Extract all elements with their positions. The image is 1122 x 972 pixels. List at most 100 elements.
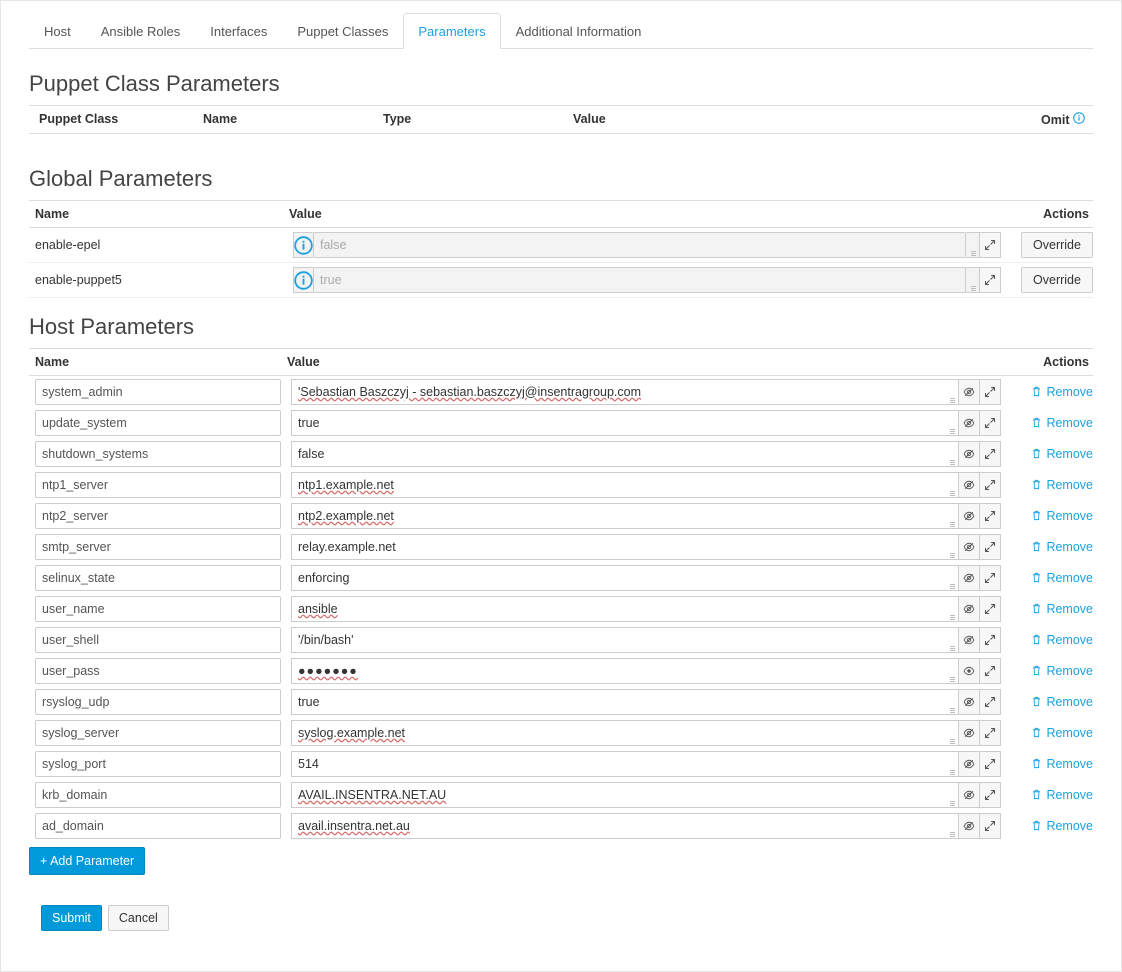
host-param-name-input[interactable] [35, 751, 281, 777]
remove-link[interactable]: Remove [1031, 726, 1093, 740]
fullscreen-icon[interactable] [979, 658, 1001, 684]
host-param-name-input[interactable] [35, 658, 281, 684]
host-param-value-input[interactable]: '/bin/bash' [291, 627, 945, 653]
eye-icon[interactable] [958, 596, 980, 622]
remove-link[interactable]: Remove [1031, 695, 1093, 709]
host-param-value-input[interactable]: ntp1.example.net [291, 472, 945, 498]
host-param-name-input[interactable] [35, 720, 281, 746]
remove-link[interactable]: Remove [1031, 540, 1093, 554]
override-button[interactable]: Override [1021, 267, 1093, 293]
remove-link[interactable]: Remove [1031, 571, 1093, 585]
host-param-name-input[interactable] [35, 441, 281, 467]
fullscreen-icon[interactable] [979, 267, 1001, 293]
eye-icon[interactable] [958, 720, 980, 746]
tab-ansible-roles[interactable]: Ansible Roles [86, 13, 196, 49]
tab-additional-information[interactable]: Additional Information [501, 13, 657, 49]
fullscreen-icon[interactable] [979, 410, 1001, 436]
eye-icon[interactable] [958, 379, 980, 405]
fullscreen-icon[interactable] [979, 472, 1001, 498]
global-param-row: enable-epelfalseOverride [29, 228, 1093, 263]
host-param-value-input[interactable]: relay.example.net [291, 534, 945, 560]
eye-icon[interactable] [958, 782, 980, 808]
fullscreen-icon[interactable] [979, 503, 1001, 529]
submit-button[interactable]: Submit [41, 905, 102, 931]
host-param-value-input[interactable]: ansible [291, 596, 945, 622]
fullscreen-icon[interactable] [979, 379, 1001, 405]
host-param-value-input[interactable]: false [291, 441, 945, 467]
fullscreen-icon[interactable] [979, 782, 1001, 808]
host-param-value-input[interactable]: AVAIL.INSENTRA.NET.AU [291, 782, 945, 808]
remove-link[interactable]: Remove [1031, 788, 1093, 802]
eye-icon[interactable] [958, 410, 980, 436]
host-param-value-input[interactable]: syslog.example.net [291, 720, 945, 746]
tab-puppet-classes[interactable]: Puppet Classes [282, 13, 403, 49]
host-param-row: ntp1.example.net Remove [29, 469, 1093, 500]
host-param-value-input[interactable]: 'Sebastian Baszczyj - sebastian.baszczyj… [291, 379, 945, 405]
cancel-button[interactable]: Cancel [108, 905, 169, 931]
host-param-name-input[interactable] [35, 565, 281, 591]
host-param-value-input[interactable]: 514 [291, 751, 945, 777]
eye-icon[interactable] [958, 813, 980, 839]
fullscreen-icon[interactable] [979, 596, 1001, 622]
host-param-value-input[interactable]: true [291, 689, 945, 715]
host-param-value-input[interactable]: true [291, 410, 945, 436]
eye-icon[interactable] [958, 627, 980, 653]
remove-link[interactable]: Remove [1031, 664, 1093, 678]
host-table-header: Name Value Actions [29, 348, 1093, 376]
host-param-name-input[interactable] [35, 534, 281, 560]
override-button[interactable]: Override [1021, 232, 1093, 258]
eye-icon[interactable] [958, 689, 980, 715]
host-param-name-input[interactable] [35, 596, 281, 622]
fullscreen-icon[interactable] [979, 627, 1001, 653]
remove-link[interactable]: Remove [1031, 602, 1093, 616]
eye-icon[interactable] [958, 658, 980, 684]
eye-icon[interactable] [958, 751, 980, 777]
host-param-name-input[interactable] [35, 503, 281, 529]
remove-link[interactable]: Remove [1031, 757, 1093, 771]
fullscreen-icon[interactable] [979, 441, 1001, 467]
remove-link[interactable]: Remove [1031, 819, 1093, 833]
host-param-name-input[interactable] [35, 410, 281, 436]
tab-interfaces[interactable]: Interfaces [195, 13, 282, 49]
remove-link[interactable]: Remove [1031, 385, 1093, 399]
fullscreen-icon[interactable] [979, 232, 1001, 258]
fullscreen-icon[interactable] [979, 720, 1001, 746]
remove-link[interactable]: Remove [1031, 447, 1093, 461]
tab-parameters[interactable]: Parameters [403, 13, 500, 49]
tab-host[interactable]: Host [29, 13, 86, 49]
fullscreen-icon[interactable] [979, 751, 1001, 777]
fullscreen-icon[interactable] [979, 565, 1001, 591]
eye-icon[interactable] [958, 503, 980, 529]
host-param-row: ●●●●●●● Remove [29, 655, 1093, 686]
puppet-class-table-header: Puppet Class Name Type Value Omit [29, 105, 1093, 134]
remove-link[interactable]: Remove [1031, 478, 1093, 492]
eye-icon[interactable] [958, 565, 980, 591]
host-param-name-input[interactable] [35, 379, 281, 405]
host-param-row: true Remove [29, 686, 1093, 717]
host-param-value-input[interactable]: avail.insentra.net.au [291, 813, 945, 839]
eye-icon[interactable] [958, 534, 980, 560]
fullscreen-icon[interactable] [979, 813, 1001, 839]
eye-icon[interactable] [958, 441, 980, 467]
col-omit: Omit [1029, 112, 1089, 127]
host-param-name-input[interactable] [35, 782, 281, 808]
host-param-value-input[interactable]: ●●●●●●● [291, 658, 945, 684]
host-param-row: false Remove [29, 438, 1093, 469]
host-param-name-input[interactable] [35, 627, 281, 653]
eye-icon[interactable] [958, 472, 980, 498]
host-param-value-input[interactable]: enforcing [291, 565, 945, 591]
host-param-name-input[interactable] [35, 472, 281, 498]
fullscreen-icon[interactable] [979, 534, 1001, 560]
info-icon[interactable] [293, 267, 313, 293]
remove-link[interactable]: Remove [1031, 633, 1093, 647]
fullscreen-icon[interactable] [979, 689, 1001, 715]
remove-link[interactable]: Remove [1031, 509, 1093, 523]
remove-link[interactable]: Remove [1031, 416, 1093, 430]
host-param-name-input[interactable] [35, 813, 281, 839]
info-icon[interactable] [293, 232, 313, 258]
info-icon[interactable] [1073, 113, 1085, 127]
add-parameter-button[interactable]: + Add Parameter [29, 847, 145, 875]
host-param-name-input[interactable] [35, 689, 281, 715]
host-param-value-input[interactable]: ntp2.example.net [291, 503, 945, 529]
host-param-row: true Remove [29, 407, 1093, 438]
